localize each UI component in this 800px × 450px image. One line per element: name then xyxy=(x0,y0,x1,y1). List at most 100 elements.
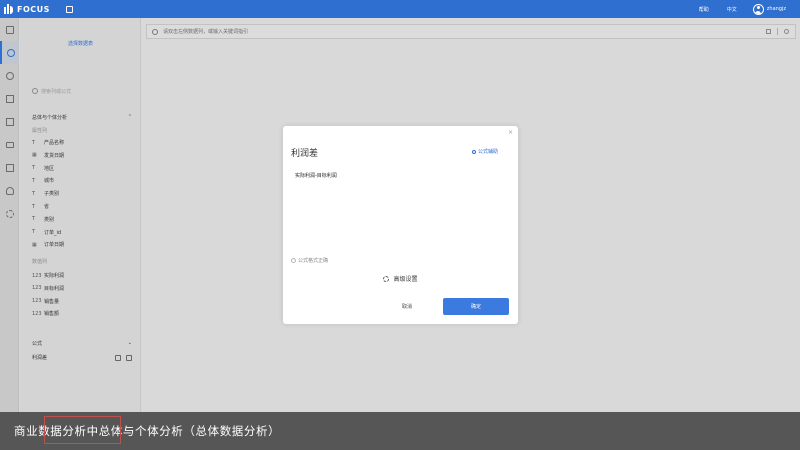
text-type-icon: T xyxy=(32,229,36,236)
nav-home[interactable] xyxy=(0,18,19,41)
formula-editor[interactable]: 实际利润-目标利润 xyxy=(295,172,337,179)
data-panel: 选择数据表 搜索列或公式 总体与个体分析 ⌃ 属性列 T 产品名称 ▦ 发货日期 T 地区… xyxy=(20,18,141,412)
focus-logo[interactable]: FOCUS xyxy=(4,4,50,14)
document-icon[interactable] xyxy=(65,5,73,13)
divider xyxy=(777,28,778,35)
nav-search[interactable] xyxy=(0,41,19,64)
text-type-icon: T xyxy=(32,165,36,172)
field-item[interactable]: ▦ 订单日期 xyxy=(32,241,64,249)
field-label: 销售量 xyxy=(44,298,60,305)
field-item[interactable]: T 地区 xyxy=(32,165,54,172)
username[interactable]: zhangjz xyxy=(767,6,786,12)
date-type-icon: ▦ xyxy=(32,152,37,159)
highlight-box xyxy=(44,416,121,444)
section-header[interactable]: 总体与个体分析 ⌃ xyxy=(32,114,132,121)
field-label: 目标利润 xyxy=(44,285,65,292)
field-label: 类别 xyxy=(44,216,55,223)
field-label: 省 xyxy=(44,204,50,210)
select-table-button[interactable]: 选择数据表 xyxy=(20,40,141,47)
field-item[interactable]: T 城市 xyxy=(32,177,55,185)
nav-settings[interactable] xyxy=(0,202,19,225)
number-type-icon: 123 xyxy=(32,272,42,279)
text-type-icon: T xyxy=(32,203,36,210)
close-icon[interactable]: × xyxy=(508,129,513,136)
field-item[interactable]: 123 销售额 xyxy=(32,310,60,318)
text-type-icon: T xyxy=(32,177,36,184)
text-type-icon: T xyxy=(32,139,36,146)
dashboard-icon xyxy=(5,94,14,103)
home-icon xyxy=(5,25,14,34)
help-link[interactable]: 帮助 xyxy=(699,6,709,13)
delete-icon[interactable] xyxy=(126,354,132,361)
formula-label: 公式 xyxy=(32,341,43,347)
field-item[interactable]: T 产品名称 xyxy=(32,139,65,147)
logo-icon xyxy=(4,4,14,14)
top-right-menu: 帮助 中文 zhangjz xyxy=(681,3,786,15)
cancel-button[interactable]: 取消 xyxy=(387,298,427,314)
formula-status-text: 公式格式正确 xyxy=(298,258,329,264)
icon-rail xyxy=(0,18,19,412)
formula-modal: × 利润差 公式辅助 实际利润-目标利润 公式格式正确 高级设置 取消 确定 xyxy=(283,126,518,324)
field-item[interactable]: 123 实际利润 xyxy=(32,272,65,280)
measure-label: 数值列 xyxy=(32,259,48,265)
query-placeholder: 请双击左侧数据列，或输入关键词指引 xyxy=(163,29,249,35)
nav-dashboard[interactable] xyxy=(0,87,19,110)
search-icon xyxy=(32,88,38,94)
field-item[interactable]: 123 销售量 xyxy=(32,298,59,305)
question-icon xyxy=(5,71,14,80)
field-item[interactable]: T 类别 xyxy=(32,216,54,223)
field-label: 实际利润 xyxy=(44,273,65,279)
logo-text: FOCUS xyxy=(17,4,50,14)
formula-helper-label: 公式辅助 xyxy=(477,149,498,155)
search-icon xyxy=(152,28,158,35)
formula-header[interactable]: 公式 ⌄ xyxy=(32,340,132,347)
number-type-icon: 123 xyxy=(32,310,42,317)
number-type-icon: 123 xyxy=(32,298,42,305)
text-type-icon: T xyxy=(32,216,36,223)
field-item[interactable]: T省 xyxy=(32,203,50,211)
text-type-icon: T xyxy=(32,190,36,197)
advanced-settings-toggle[interactable]: 高级设置 xyxy=(283,274,518,283)
field-label: 发货日期 xyxy=(44,152,65,159)
clear-icon[interactable] xyxy=(766,29,771,34)
folder-icon xyxy=(5,141,14,148)
avatar[interactable] xyxy=(752,3,764,15)
dimension-label: 属性列 xyxy=(32,128,48,134)
chevron-up-icon: ⌃ xyxy=(127,114,132,120)
field-label: 子类别 xyxy=(44,191,60,198)
chevron-down-icon: ⌄ xyxy=(127,340,132,346)
gear-icon xyxy=(5,209,14,218)
date-type-icon: ▦ xyxy=(32,241,37,248)
formula-status: 公式格式正确 xyxy=(291,257,328,264)
table-icon xyxy=(5,117,14,126)
check-icon xyxy=(291,258,296,263)
field-label: 城市 xyxy=(44,178,55,185)
field-item[interactable]: T 子类别 xyxy=(32,190,60,198)
modal-title[interactable]: 利润差 xyxy=(291,146,318,159)
field-label: 订单_id xyxy=(44,229,62,236)
nav-datasource[interactable] xyxy=(0,156,19,179)
user-icon xyxy=(5,186,14,195)
search-icon xyxy=(6,48,15,57)
gear-icon xyxy=(383,275,390,282)
edit-icon[interactable] xyxy=(115,354,121,361)
field-item[interactable]: ▦ 发货日期 xyxy=(32,152,64,159)
field-label: 销售额 xyxy=(44,311,60,318)
nav-table[interactable] xyxy=(0,110,19,133)
formula-helper-link[interactable]: 公式辅助 xyxy=(471,148,498,155)
language-switch[interactable]: 中文 xyxy=(727,6,737,13)
advanced-settings-label: 高级设置 xyxy=(393,276,418,283)
nav-folder[interactable] xyxy=(0,133,19,156)
field-label: 产品名称 xyxy=(44,140,65,146)
nav-help[interactable] xyxy=(0,64,19,87)
field-item[interactable]: T 订单_id xyxy=(32,229,61,236)
settings-icon[interactable] xyxy=(784,29,789,34)
nav-user[interactable] xyxy=(0,179,19,202)
formula-item-label: 利润差 xyxy=(32,355,48,361)
formula-item[interactable]: 利润差 xyxy=(32,354,132,361)
confirm-button[interactable]: 确定 xyxy=(443,298,509,315)
query-search-bar[interactable]: 请双击左侧数据列，或输入关键词指引 xyxy=(146,24,796,39)
search-placeholder: 搜索列或公式 xyxy=(41,88,72,95)
field-item[interactable]: 123 目标利润 xyxy=(32,285,64,292)
column-search-input[interactable]: 搜索列或公式 xyxy=(32,84,132,98)
